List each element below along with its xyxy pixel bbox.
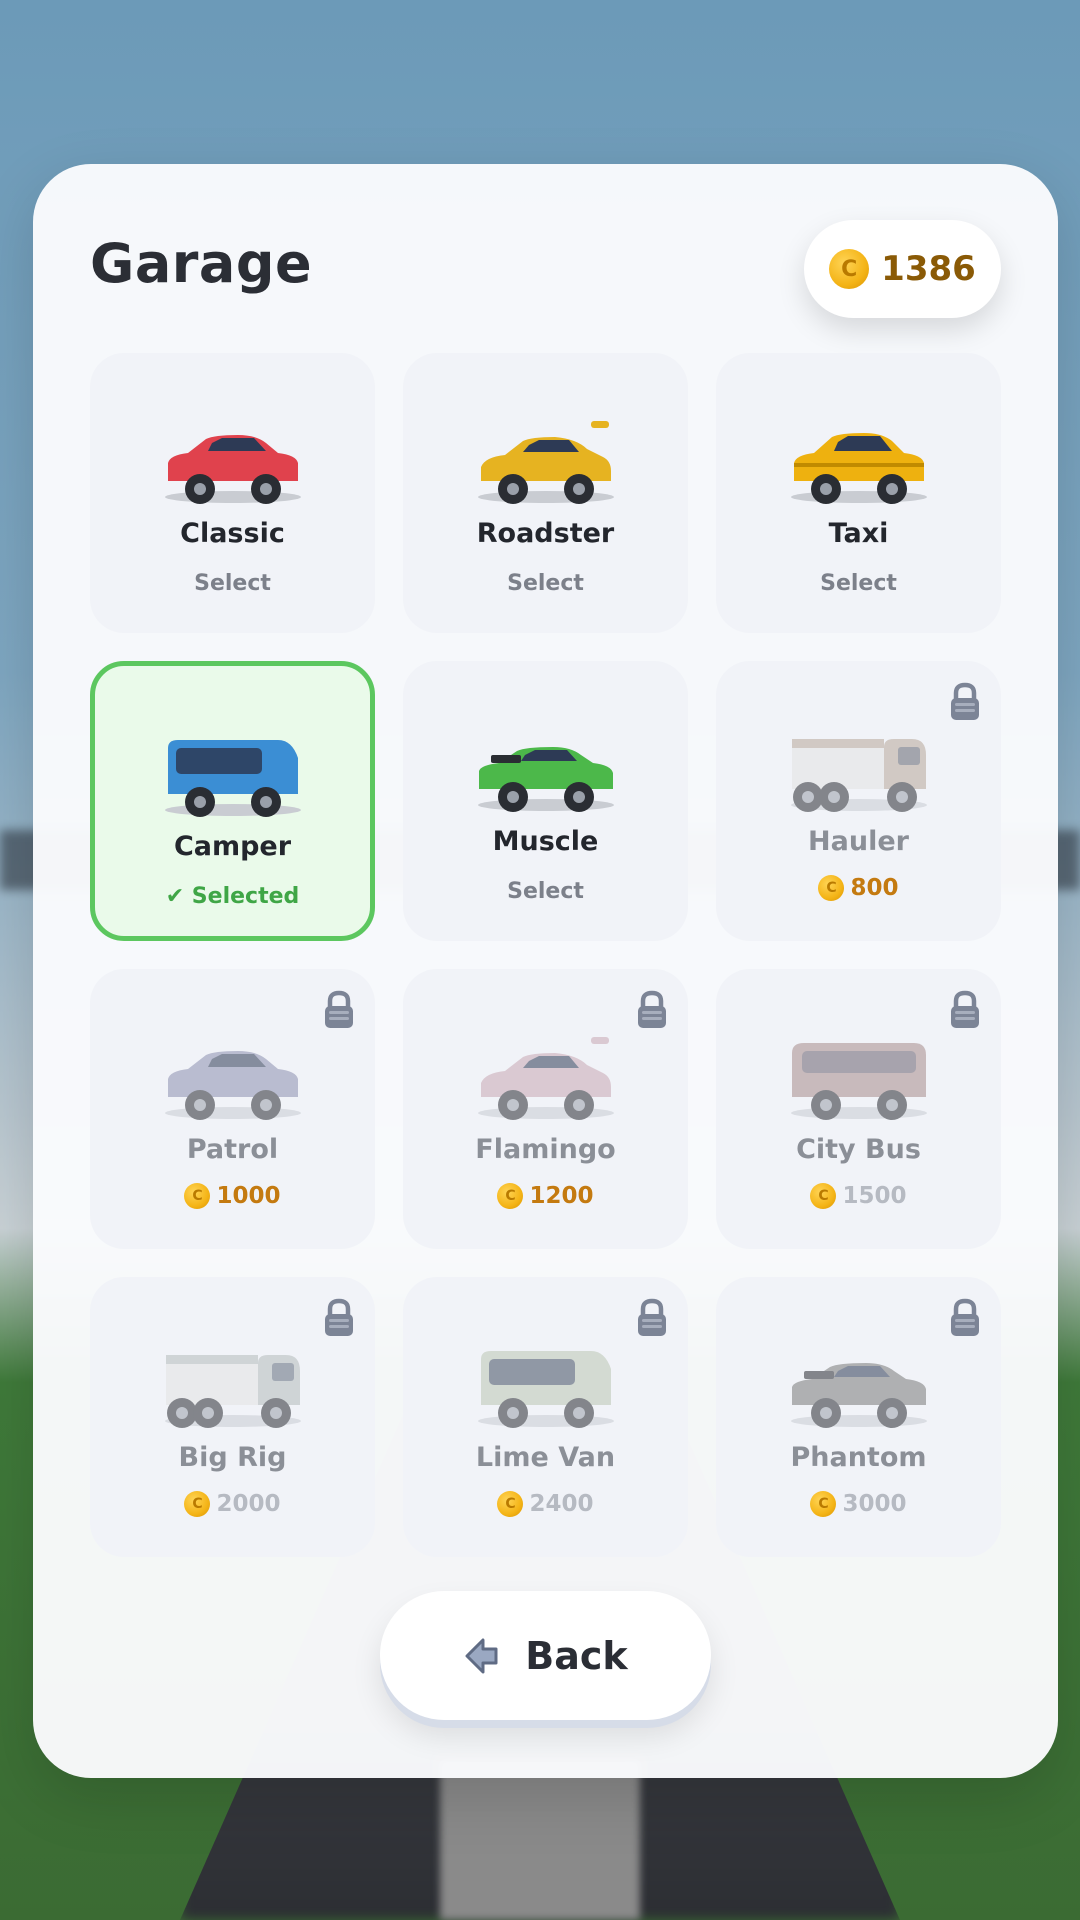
car-image (90, 411, 375, 521)
car-image (95, 724, 370, 834)
coin-icon: C (497, 1183, 524, 1209)
car-card-classic[interactable]: Classic Select (90, 353, 375, 633)
car-grid: Classic Select Roadster Select Taxi Select … (90, 353, 1001, 1557)
page-title: Garage (90, 232, 313, 295)
coin-icon: C (184, 1183, 211, 1209)
car-image (403, 1027, 688, 1137)
background-road-marking (440, 1760, 640, 1920)
select-label[interactable]: Select (403, 879, 688, 904)
car-card-phantom[interactable]: Phantom C 3000 (716, 1277, 1001, 1557)
back-button[interactable]: Back (380, 1591, 711, 1720)
car-card-city-bus[interactable]: City Bus C 1500 (716, 969, 1001, 1249)
car-name: City Bus (796, 1134, 921, 1165)
price-value: 1000 (216, 1183, 281, 1209)
car-name: Big Rig (178, 1442, 287, 1473)
car-name: Camper (173, 831, 292, 862)
lock-icon (951, 682, 979, 720)
car-name: Hauler (808, 826, 909, 857)
car-card-camper[interactable]: Camper ✔ Selected (90, 661, 375, 941)
car-image (403, 1335, 688, 1445)
car-icon (477, 747, 614, 812)
lock-icon (951, 1298, 979, 1336)
car-image (716, 719, 1001, 829)
car-price: C 800 (716, 875, 1001, 901)
lock-icon (325, 1298, 353, 1336)
car-name: Roadster (476, 518, 615, 549)
car-icon (164, 740, 301, 817)
coin-balance: C 1386 (804, 220, 1001, 318)
car-name: Classic (180, 518, 285, 549)
coin-icon: C (184, 1491, 211, 1517)
car-price: C 2400 (403, 1491, 688, 1517)
car-image (716, 1027, 1001, 1137)
back-label: Back (525, 1633, 628, 1678)
car-card-patrol[interactable]: Patrol C 1000 (90, 969, 375, 1249)
car-price: C 3000 (716, 1491, 1001, 1517)
price-value: 800 (850, 875, 899, 901)
car-card-flamingo[interactable]: Flamingo C 1200 (403, 969, 688, 1249)
car-card-big-rig[interactable]: Big Rig C 2000 (90, 1277, 375, 1557)
car-image (403, 719, 688, 829)
coin-icon: C (829, 249, 870, 289)
car-image (716, 411, 1001, 521)
car-card-hauler[interactable]: Hauler C 800 (716, 661, 1001, 941)
coin-icon: C (818, 875, 845, 901)
coin-icon: C (810, 1491, 837, 1517)
car-icon (790, 1043, 927, 1120)
car-name: Flamingo (475, 1134, 616, 1165)
car-image (90, 1335, 375, 1445)
coin-count: 1386 (881, 249, 976, 289)
select-label[interactable]: Select (403, 571, 688, 596)
car-card-roadster[interactable]: Roadster Select (403, 353, 688, 633)
car-icon (790, 739, 927, 812)
car-icon (790, 433, 927, 504)
car-image (90, 1027, 375, 1137)
selected-status: ✔ Selected (165, 884, 300, 909)
car-card-lime-van[interactable]: Lime Van C 2400 (403, 1277, 688, 1557)
lock-icon (951, 990, 979, 1028)
car-name: Lime Van (475, 1442, 616, 1473)
car-image (403, 411, 688, 521)
price-value: 1200 (529, 1183, 594, 1209)
coin-icon: C (497, 1491, 524, 1517)
car-icon (164, 1355, 301, 1428)
car-image (716, 1335, 1001, 1445)
price-value: 1500 (842, 1183, 907, 1209)
price-value: 2400 (529, 1491, 594, 1517)
car-icon (164, 1051, 301, 1120)
car-icon (477, 1037, 614, 1120)
car-name: Patrol (186, 1134, 279, 1165)
car-name: Muscle (492, 826, 599, 857)
car-name: Phantom (790, 1442, 927, 1473)
car-name: Taxi (828, 518, 889, 549)
car-icon (477, 1351, 614, 1428)
lock-icon (325, 990, 353, 1028)
car-price: C 1000 (90, 1183, 375, 1209)
car-price: C 1500 (716, 1183, 1001, 1209)
price-value: 2000 (216, 1491, 281, 1517)
car-price: C 1200 (403, 1183, 688, 1209)
back-arrow-icon (465, 1638, 498, 1673)
coin-icon: C (810, 1183, 837, 1209)
car-card-taxi[interactable]: Taxi Select (716, 353, 1001, 633)
car-icon (477, 421, 614, 504)
select-label[interactable]: Select (90, 571, 375, 596)
car-icon (790, 1363, 927, 1428)
select-label[interactable]: Select (716, 571, 1001, 596)
lock-icon (638, 1298, 666, 1336)
lock-icon (638, 990, 666, 1028)
price-value: 3000 (842, 1491, 907, 1517)
car-card-muscle[interactable]: Muscle Select (403, 661, 688, 941)
car-icon (164, 435, 301, 504)
car-price: C 2000 (90, 1491, 375, 1517)
